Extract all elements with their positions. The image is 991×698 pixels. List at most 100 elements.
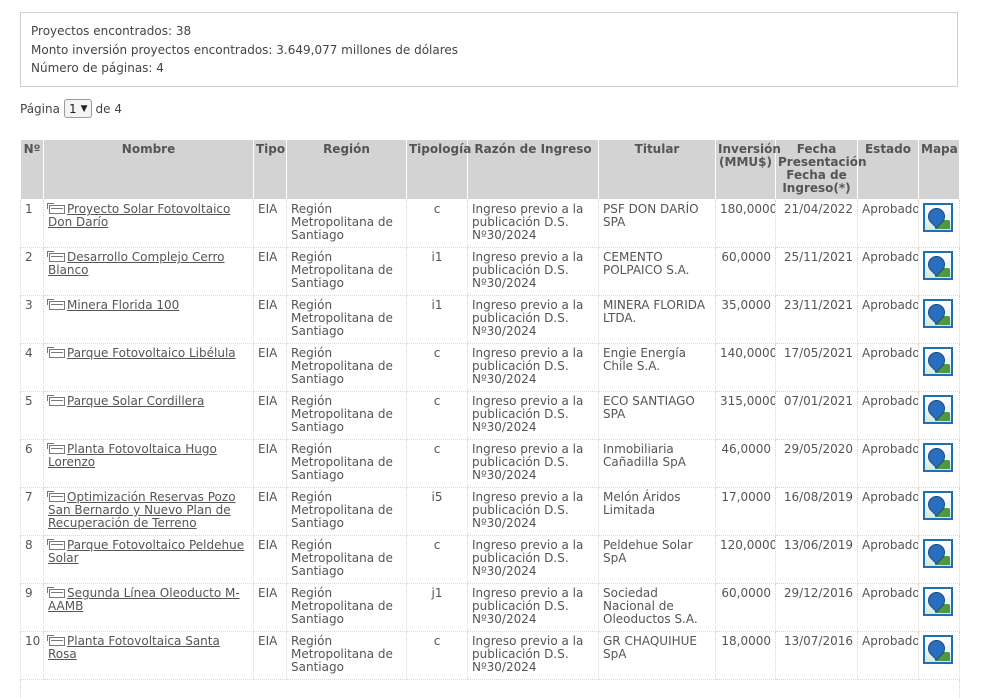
table-row: 8 Parque Fotovoltaico Peldehue Solar EIA Re… <box>20 535 960 584</box>
project-name-link[interactable]: Minera Florida 100 <box>67 298 179 312</box>
row-inversion: 17,0000 <box>715 487 776 536</box>
row-number: 4 <box>20 343 44 392</box>
row-fecha: 07/01/2021 <box>775 391 858 440</box>
new-window-icon[interactable] <box>47 491 65 502</box>
row-razon: Ingreso previo a la publicación D.S. Nº3… <box>467 343 599 392</box>
new-window-icon[interactable] <box>47 635 65 646</box>
new-window-icon[interactable] <box>47 539 65 550</box>
row-estado: Aprobado <box>857 343 919 392</box>
row-number: 6 <box>20 439 44 488</box>
new-window-icon[interactable] <box>47 587 65 598</box>
map-pin-icon[interactable] <box>923 203 953 232</box>
row-inversion: 180,0000 <box>715 199 776 248</box>
row-inversion: 18,0000 <box>715 631 776 680</box>
row-estado: Aprobado <box>857 295 919 344</box>
row-inversion: 60,0000 <box>715 583 776 632</box>
project-name-link[interactable]: Planta Fotovoltaica Santa Rosa <box>48 634 220 661</box>
new-window-icon[interactable] <box>47 395 65 406</box>
row-fecha: 25/11/2021 <box>775 247 858 296</box>
map-pin-icon[interactable] <box>923 395 953 424</box>
row-inversion: 120,0000 <box>715 535 776 584</box>
new-window-icon[interactable] <box>47 443 65 454</box>
new-window-icon[interactable] <box>47 203 65 214</box>
row-razon: Ingreso previo a la publicación D.S. Nº3… <box>467 199 599 248</box>
row-titular: Sociedad Nacional de Oleoductos S.A. <box>598 583 716 632</box>
row-nombre-cell: Parque Fotovoltaico Libélula <box>43 343 254 392</box>
row-razon: Ingreso previo a la publicación D.S. Nº3… <box>467 487 599 536</box>
row-tipologia: c <box>406 439 468 488</box>
header-inversion: Inversión (MMU$) <box>715 139 781 200</box>
map-pin-icon[interactable] <box>923 251 953 280</box>
header-estado: Estado <box>857 139 919 200</box>
row-titular: Engie Energía Chile S.A. <box>598 343 716 392</box>
map-pin-icon[interactable] <box>923 443 953 472</box>
header-razon: Razón de Ingreso <box>467 139 599 200</box>
row-number: 3 <box>20 295 44 344</box>
row-tipo: EIA <box>253 199 287 248</box>
project-name-link[interactable]: Parque Fotovoltaico Libélula <box>67 346 236 360</box>
row-razon: Ingreso previo a la publicación D.S. Nº3… <box>467 295 599 344</box>
row-region: Región Metropolitana de Santiago <box>286 487 407 536</box>
row-tipologia: c <box>406 199 468 248</box>
new-window-icon[interactable] <box>47 299 65 310</box>
page-select[interactable]: 1 ▼ <box>63 99 92 118</box>
row-number: 2 <box>20 247 44 296</box>
page-count: Número de páginas: 4 <box>31 61 164 75</box>
row-number: 5 <box>20 391 44 440</box>
investment-amount: Monto inversión proyectos encontrados: 3… <box>31 42 459 57</box>
page-total-label: de 4 <box>95 101 122 116</box>
row-region: Región Metropolitana de Santiago <box>286 199 407 248</box>
map-pin-icon[interactable] <box>923 587 953 616</box>
row-mapa-cell <box>918 247 960 296</box>
project-name-link[interactable]: Proyecto Solar Fotovoltaico Don Darío <box>48 202 230 229</box>
row-region: Región Metropolitana de Santiago <box>286 535 407 584</box>
map-pin-icon[interactable] <box>923 635 953 664</box>
table-body: 1 Proyecto Solar Fotovoltaico Don Darío EI… <box>20 199 960 680</box>
row-tipologia: i1 <box>406 247 468 296</box>
row-number: 7 <box>20 487 44 536</box>
header-titular: Titular <box>598 139 716 200</box>
row-tipo: EIA <box>253 295 287 344</box>
map-pin-icon[interactable] <box>923 347 953 376</box>
row-tipologia: j1 <box>406 583 468 632</box>
map-pin-icon[interactable] <box>923 491 953 520</box>
row-nombre-cell: Minera Florida 100 <box>43 295 254 344</box>
projects-table: Nº Nombre Tipo Región Tipología Razón de… <box>20 139 960 680</box>
row-titular: ECO SANTIAGO SPA <box>598 391 716 440</box>
project-name-link[interactable]: Parque Fotovoltaico Peldehue Solar <box>48 538 244 565</box>
project-name-link[interactable]: Optimización Reservas Pozo San Bernardo … <box>48 490 236 530</box>
row-region: Región Metropolitana de Santiago <box>286 391 407 440</box>
row-nombre-cell: Planta Fotovoltaica Santa Rosa <box>43 631 254 680</box>
search-summary-box: Proyectos encontrados: 38 Monto inversió… <box>20 12 958 87</box>
row-fecha: 13/06/2019 <box>775 535 858 584</box>
project-name-link[interactable]: Segunda Línea Oleoducto M-AAMB <box>48 586 240 613</box>
new-window-icon[interactable] <box>47 347 65 358</box>
header-nombre: Nombre <box>43 139 254 200</box>
row-mapa-cell <box>918 535 960 584</box>
table-row: 3 Minera Florida 100 EIA Región Metropolita… <box>20 295 960 344</box>
project-name-link[interactable]: Parque Solar Cordillera <box>67 394 204 408</box>
row-tipo: EIA <box>253 247 287 296</box>
row-region: Región Metropolitana de Santiago <box>286 631 407 680</box>
row-nombre-cell: Segunda Línea Oleoducto M-AAMB <box>43 583 254 632</box>
header-region: Región <box>286 139 407 200</box>
map-pin-icon[interactable] <box>923 299 953 328</box>
map-pin-icon[interactable] <box>923 539 953 568</box>
row-fecha: 13/07/2016 <box>775 631 858 680</box>
row-region: Región Metropolitana de Santiago <box>286 343 407 392</box>
row-nombre-cell: Optimización Reservas Pozo San Bernardo … <box>43 487 254 536</box>
row-tipo: EIA <box>253 487 287 536</box>
table-header: Nº Nombre Tipo Región Tipología Razón de… <box>20 139 960 200</box>
page-select-value: 1 <box>68 101 77 116</box>
row-number: 9 <box>20 583 44 632</box>
row-tipo: EIA <box>253 439 287 488</box>
row-titular: Inmobiliaria Cañadilla SpA <box>598 439 716 488</box>
project-name-link[interactable]: Desarrollo Complejo Cerro Blanco <box>48 250 225 277</box>
row-mapa-cell <box>918 391 960 440</box>
new-window-icon[interactable] <box>47 251 65 262</box>
project-name-link[interactable]: Planta Fotovoltaica Hugo Lorenzo <box>48 442 217 469</box>
row-mapa-cell <box>918 199 960 248</box>
row-tipo: EIA <box>253 343 287 392</box>
projects-found-count: Proyectos encontrados: 38 <box>31 24 192 38</box>
row-fecha: 16/08/2019 <box>775 487 858 536</box>
